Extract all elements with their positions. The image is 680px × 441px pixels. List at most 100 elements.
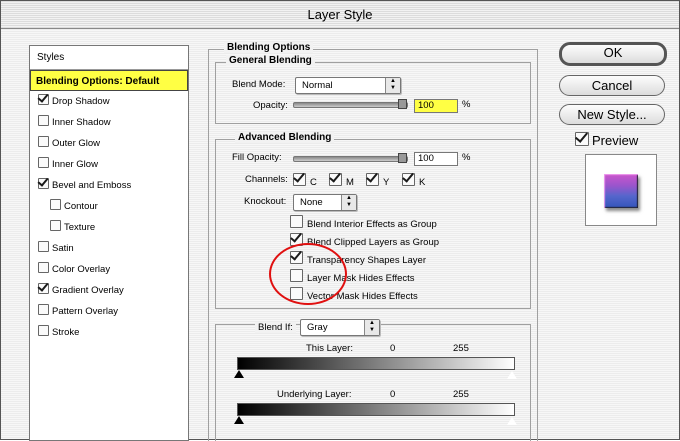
style-checkbox[interactable] [50, 220, 61, 231]
styles-item-satin[interactable]: Satin [30, 238, 188, 259]
blend-mode-select[interactable]: Normal ▲ ▼ [295, 77, 401, 94]
checkbox-box[interactable] [293, 173, 306, 186]
blend-interior-effects-as-group-checkbox[interactable]: Blend Interior Effects as Group [290, 215, 437, 232]
styles-item-label: Inner Glow [52, 159, 98, 170]
opacity-input[interactable]: 100 [414, 99, 458, 113]
styles-item-drop-shadow[interactable]: Drop Shadow [30, 91, 188, 112]
styles-item-inner-shadow[interactable]: Inner Shadow [30, 112, 188, 133]
checkbox-box[interactable] [329, 173, 342, 186]
checkbox-box[interactable] [366, 173, 379, 186]
option-label: Blend Interior Effects as Group [307, 219, 437, 230]
fill-opacity-slider-thumb[interactable] [398, 153, 407, 163]
channel-m-checkbox[interactable]: M [329, 173, 354, 190]
fill-opacity-input[interactable]: 100 [414, 152, 458, 166]
opacity-slider[interactable] [293, 102, 408, 108]
blend-if-group [215, 324, 531, 441]
checkbox-box[interactable] [402, 173, 415, 186]
opacity-slider-thumb[interactable] [398, 99, 407, 109]
preview-label: Preview [592, 133, 639, 148]
channel-label: K [419, 177, 426, 188]
channel-k-checkbox[interactable]: K [402, 173, 425, 190]
new-style-button[interactable]: New Style... [559, 104, 665, 125]
styles-item-label: Outer Glow [52, 138, 101, 149]
cancel-button[interactable]: Cancel [559, 75, 665, 96]
fill-opacity-slider[interactable] [293, 156, 408, 162]
knockout-label: Knockout: [244, 196, 287, 207]
blend-mode-label: Blend Mode: [232, 79, 286, 90]
checkbox-box[interactable] [290, 215, 303, 228]
styles-item-gradient-overlay[interactable]: Gradient Overlay [30, 280, 188, 301]
styles-item-color-overlay[interactable]: Color Overlay [30, 259, 188, 280]
styles-item-label: Stroke [52, 327, 80, 338]
blend-if-label: Blend If: [255, 322, 296, 333]
this-layer-high: 255 [453, 343, 469, 354]
blend-mode-value: Normal [302, 80, 333, 91]
this-layer-white-slider[interactable] [506, 370, 518, 380]
fill-opacity-label: Fill Opacity: [232, 152, 282, 163]
styles-item-pattern-overlay[interactable]: Pattern Overlay [30, 301, 188, 322]
opacity-unit: % [462, 99, 471, 110]
style-checkbox[interactable] [38, 283, 49, 294]
underlying-layer-low: 0 [390, 389, 396, 400]
popup-arrows-icon: ▲ ▼ [364, 320, 379, 335]
channel-c-checkbox[interactable]: C [293, 173, 317, 190]
style-checkbox[interactable] [38, 241, 49, 252]
style-checkbox[interactable] [38, 136, 49, 147]
styles-item-stroke[interactable]: Stroke [30, 322, 188, 343]
this-layer-gradient [237, 357, 515, 370]
underlying-black-slider[interactable] [234, 416, 244, 424]
styles-list-header: Styles [30, 46, 188, 70]
styles-item-label: Color Overlay [52, 264, 111, 275]
styles-item-outer-glow[interactable]: Outer Glow [30, 133, 188, 154]
preview-thumbnail [585, 154, 657, 226]
channels-label: Channels: [245, 174, 288, 185]
channel-y-checkbox[interactable]: Y [366, 173, 389, 190]
advanced-blending-title: Advanced Blending [235, 132, 335, 143]
channel-label: C [310, 177, 317, 188]
style-checkbox[interactable] [38, 157, 49, 168]
fill-opacity-unit: % [462, 152, 471, 163]
styles-item-label: Bevel and Emboss [52, 180, 132, 191]
knockout-select[interactable]: None ▲ ▼ [293, 194, 357, 211]
styles-item-blending-options-default[interactable]: Blending Options: Default [30, 70, 188, 91]
underlying-white-slider[interactable] [506, 416, 518, 426]
style-checkbox[interactable] [38, 115, 49, 126]
styles-item-inner-glow[interactable]: Inner Glow [30, 154, 188, 175]
styles-item-bevel-and-emboss[interactable]: Bevel and Emboss [30, 175, 188, 196]
styles-item-contour[interactable]: Contour [30, 196, 188, 217]
styles-item-label: Blending Options: Default [36, 76, 160, 87]
styles-item-texture[interactable]: Texture [30, 217, 188, 238]
ok-button[interactable]: OK [559, 42, 667, 66]
blend-if-select[interactable]: Gray ▲ ▼ [300, 319, 380, 336]
this-layer-black-slider[interactable] [234, 370, 244, 378]
preview-checkbox-box[interactable] [575, 132, 589, 146]
channel-label: M [346, 177, 354, 188]
style-checkbox[interactable] [38, 178, 49, 189]
styles-item-label: Drop Shadow [52, 96, 110, 107]
styles-item-label: Inner Shadow [52, 117, 111, 128]
styles-item-label: Pattern Overlay [52, 306, 118, 317]
styles-list: Styles Blending Options: Default Drop Sha… [29, 45, 189, 441]
popup-arrows-icon: ▲ ▼ [341, 195, 356, 210]
popup-arrows-icon: ▲ ▼ [385, 78, 400, 93]
style-checkbox[interactable] [38, 304, 49, 315]
general-blending-title: General Blending [226, 55, 315, 66]
window-title: Layer Style [301, 7, 379, 22]
styles-item-label: Gradient Overlay [52, 285, 124, 296]
blend-if-value: Gray [307, 322, 328, 333]
style-checkbox[interactable] [38, 325, 49, 336]
this-layer-label: This Layer: [306, 343, 353, 354]
underlying-layer-label: Underlying Layer: [277, 389, 352, 400]
title-bar[interactable]: Layer Style [1, 1, 679, 29]
styles-item-label: Satin [52, 243, 74, 254]
preview-swatch [604, 174, 638, 208]
style-checkbox[interactable] [50, 199, 61, 210]
underlying-layer-high: 255 [453, 389, 469, 400]
styles-item-label: Contour [64, 201, 98, 212]
layer-style-dialog: Layer Style Styles Blending Options: Def… [0, 0, 680, 441]
annotation-circle [269, 243, 347, 305]
knockout-value: None [300, 197, 323, 208]
style-checkbox[interactable] [38, 94, 49, 105]
preview-checkbox[interactable]: Preview [575, 132, 638, 149]
style-checkbox[interactable] [38, 262, 49, 273]
